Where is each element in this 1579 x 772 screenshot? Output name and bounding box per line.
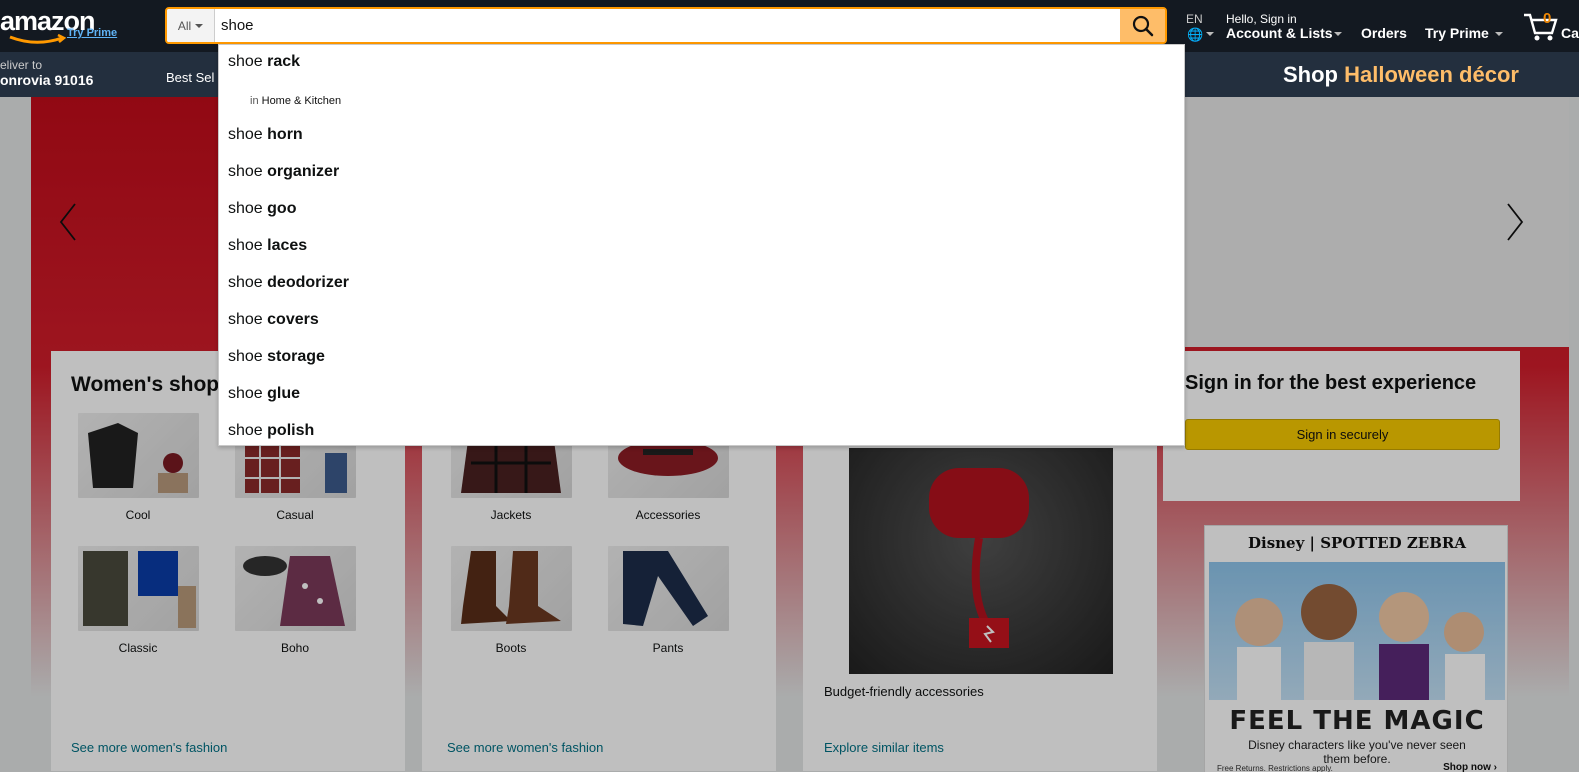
account-greeting[interactable]: Hello, Sign in xyxy=(1226,12,1297,26)
suggestion-item[interactable]: shoe organizer xyxy=(228,163,339,181)
suggestion-prefix: shoe xyxy=(228,163,263,180)
suggestion-item[interactable]: shoe covers xyxy=(228,311,319,329)
language-selector[interactable]: EN xyxy=(1186,12,1203,26)
chevron-down-icon xyxy=(1334,32,1342,36)
suggestion-item[interactable]: shoe laces xyxy=(228,237,307,255)
logo-smile-icon xyxy=(9,34,67,44)
suggestion-prefix: shoe xyxy=(228,200,263,217)
suggestion-completion: laces xyxy=(267,237,308,254)
logo-try-prime-link[interactable]: Try Prime xyxy=(67,27,117,39)
suggestion-completion: glue xyxy=(267,385,301,402)
suggestion-item[interactable]: shoe goo xyxy=(228,200,296,218)
suggestion-completion: storage xyxy=(267,348,325,365)
try-prime-link[interactable]: Try Prime xyxy=(1425,25,1489,41)
cart-label[interactable]: Cart xyxy=(1561,25,1579,41)
suggestion-completion: goo xyxy=(267,200,297,217)
suggestion-item[interactable]: shoe rack xyxy=(228,53,300,71)
dept-prefix: in xyxy=(250,95,259,107)
suggestion-prefix: shoe xyxy=(228,348,263,365)
suggestion-completion: rack xyxy=(267,53,301,70)
suggestion-item[interactable]: shoe deodorizer xyxy=(228,274,349,292)
suggestion-item[interactable]: shoe glue xyxy=(228,385,300,403)
nav-best-sellers-link[interactable]: Best Sel xyxy=(166,70,214,85)
chevron-down-icon xyxy=(1495,32,1503,36)
suggestion-completion: horn xyxy=(267,126,303,143)
promo-prefix: Shop xyxy=(1283,62,1338,87)
suggestion-prefix: shoe xyxy=(228,274,263,291)
suggestion-prefix: shoe xyxy=(228,53,263,70)
suggestion-prefix: shoe xyxy=(228,311,263,328)
promo-highlight: Halloween décor xyxy=(1344,62,1519,87)
globe-icon[interactable]: 🌐 xyxy=(1187,27,1203,43)
suggestion-completion: polish xyxy=(267,422,315,439)
suggestion-item[interactable]: shoe polish xyxy=(228,422,314,440)
suggestion-completion: organizer xyxy=(267,163,340,180)
search-input[interactable] xyxy=(219,9,1114,42)
orders-link[interactable]: Orders xyxy=(1361,25,1407,41)
chevron-down-icon xyxy=(195,23,204,28)
suggestion-item[interactable]: shoe storage xyxy=(228,348,325,366)
search-button[interactable] xyxy=(1120,9,1165,42)
deliver-location[interactable]: onrovia 91016 xyxy=(0,72,93,88)
suggestion-completion: deodorizer xyxy=(267,274,349,291)
chevron-down-icon xyxy=(1206,32,1214,36)
account-lists-link[interactable]: Account & Lists xyxy=(1226,25,1333,41)
halloween-promo-link[interactable]: Shop Halloween décor xyxy=(1283,62,1519,88)
cart-count: 0 xyxy=(1543,10,1552,27)
suggestion-prefix: shoe xyxy=(228,237,263,254)
suggestion-prefix: shoe xyxy=(228,385,263,402)
suggestion-prefix: shoe xyxy=(228,126,263,143)
search-bar: All xyxy=(165,7,1167,44)
search-category-select[interactable]: All xyxy=(167,9,215,42)
deliver-to-label[interactable]: eliver to xyxy=(0,58,42,72)
search-icon xyxy=(1132,15,1153,36)
suggestion-department[interactable]: in Home & Kitchen xyxy=(250,95,341,107)
suggestion-completion: covers xyxy=(267,311,319,328)
search-category-label: All xyxy=(177,18,192,33)
search-suggestions-dropdown: shoe rack in Home & Kitchen shoe horn sh… xyxy=(218,44,1185,446)
suggestion-prefix: shoe xyxy=(228,422,263,439)
cart-icon[interactable] xyxy=(1522,11,1560,43)
dept-name: Home & Kitchen xyxy=(261,95,342,107)
amazon-logo[interactable]: amazon Try Prime xyxy=(0,4,125,44)
suggestion-item[interactable]: shoe horn xyxy=(228,126,303,144)
